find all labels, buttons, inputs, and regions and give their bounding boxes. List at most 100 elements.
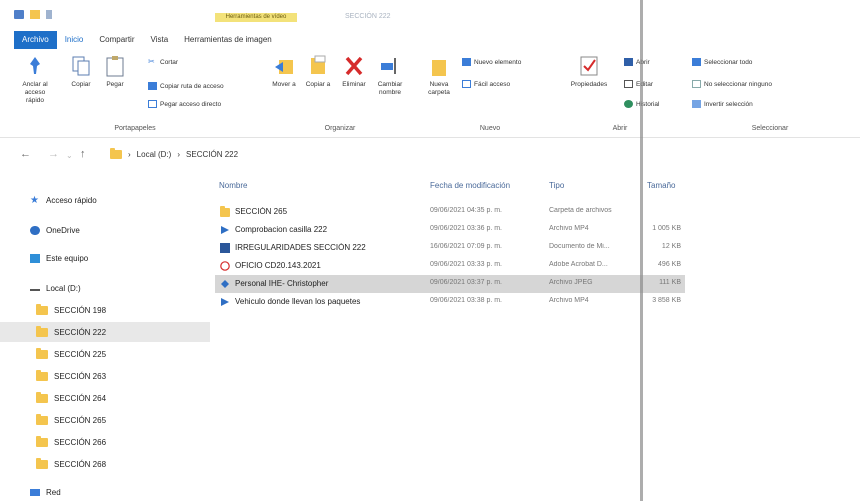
column-header-size[interactable]: Tamaño	[647, 181, 675, 190]
nav-item-folder[interactable]: SECCIÓN 263	[0, 366, 210, 386]
file-row[interactable]: Vehiculo donde llevan los paquetes 09/06…	[215, 293, 685, 311]
invert-selection-button[interactable]: Invertir selección	[692, 100, 753, 108]
file-date: 09/06/2021 03:38 p. m.	[430, 297, 502, 304]
delete-button[interactable]: Eliminar	[337, 54, 371, 89]
copy-icon	[70, 54, 92, 78]
open-button[interactable]: Abrir	[624, 58, 650, 66]
nav-item-local-drive[interactable]: Local (D:)	[0, 278, 210, 298]
cut-label: Cortar	[160, 58, 179, 66]
scissors-icon: ✂	[148, 57, 155, 66]
file-type: Adobe Acrobat D...	[549, 261, 608, 268]
nav-item-network[interactable]: Red	[0, 482, 210, 501]
select-all-button[interactable]: Seleccionar todo	[692, 58, 752, 66]
nav-item-folder[interactable]: SECCIÓN 222	[0, 322, 210, 342]
new-folder-label: Nueva carpeta	[428, 81, 450, 96]
file-row[interactable]: Comprobacion casilla 222 09/06/2021 03:3…	[215, 221, 685, 239]
paste-icon	[104, 54, 126, 78]
column-header-date[interactable]: Fecha de modificación	[430, 181, 510, 190]
file-date: 09/06/2021 03:37 p. m.	[430, 279, 502, 286]
copy-to-label: Copiar a	[305, 81, 331, 88]
breadcrumb-folder[interactable]: SECCIÓN 222	[186, 150, 238, 159]
nav-item-folder[interactable]: SECCIÓN 268	[0, 454, 210, 474]
forward-arrow-icon[interactable]: →	[48, 148, 59, 160]
up-arrow-icon[interactable]: ↑	[80, 148, 86, 160]
file-row[interactable]: OFICIO CD20.143.2021 09/06/2021 03:33 p.…	[215, 257, 685, 275]
pin-icon[interactable]	[46, 10, 52, 19]
tab-inicio[interactable]: Inicio	[57, 31, 92, 49]
column-header-name[interactable]: Nombre	[219, 181, 247, 190]
video-file-icon	[220, 225, 230, 235]
nav-item-quick-access[interactable]: ★ Acceso rápido	[0, 190, 210, 210]
folder-icon	[36, 435, 48, 447]
folder-icon	[36, 325, 48, 337]
copy-path-label: Copiar ruta de acceso	[160, 82, 224, 90]
tab-compartir[interactable]: Compartir	[91, 31, 142, 49]
copy-path-button[interactable]: Copiar ruta de acceso	[148, 82, 224, 90]
select-none-button[interactable]: No seleccionar ninguno	[692, 80, 772, 88]
title-bar: Herramientas de vídeo SECCIÓN 222	[0, 0, 860, 28]
nav-item-this-pc[interactable]: Este equipo	[0, 248, 210, 268]
file-type: Archivo MP4	[549, 297, 589, 304]
folder-icon[interactable]	[30, 10, 40, 19]
breadcrumb-drive[interactable]: Local (D:)	[137, 150, 172, 159]
copy-to-button[interactable]: Copiar a	[301, 54, 335, 89]
properties-button[interactable]: Propiedades	[564, 54, 614, 89]
easy-access-label: Fácil acceso	[474, 80, 511, 88]
computer-icon	[30, 253, 40, 263]
move-to-button[interactable]: Mover a	[267, 54, 301, 89]
folder-icon	[36, 369, 48, 381]
history-icon	[624, 100, 633, 108]
file-name: Vehiculo donde llevan los paquetes	[235, 297, 361, 306]
tab-vista[interactable]: Vista	[143, 31, 177, 49]
pin-label: Anclar al acceso rápido	[22, 81, 48, 104]
folder-icon	[36, 303, 48, 315]
file-date: 16/06/2021 07:09 p. m.	[430, 243, 502, 250]
nav-item-folder[interactable]: SECCIÓN 264	[0, 388, 210, 408]
tab-archivo[interactable]: Archivo	[14, 31, 57, 49]
file-name: IRREGULARIDADES SECCIÓN 222	[235, 243, 366, 252]
nav-label: SECCIÓN 198	[54, 305, 107, 315]
pin-icon	[24, 54, 46, 78]
paste-shortcut-button[interactable]: Pegar acceso directo	[148, 100, 221, 108]
save-icon[interactable]	[14, 10, 24, 19]
cut-button[interactable]: ✂ Cortar	[148, 58, 178, 66]
invert-selection-label: Invertir selección	[704, 100, 753, 108]
cloud-icon	[30, 225, 40, 235]
copy-to-icon	[307, 54, 329, 78]
nav-item-onedrive[interactable]: OneDrive	[0, 220, 210, 240]
file-type: Documento de Mi...	[549, 243, 610, 250]
nav-item-folder[interactable]: SECCIÓN 266	[0, 432, 210, 452]
shortcut-icon	[148, 100, 157, 108]
folder-icon	[36, 391, 48, 403]
tab-herramientas[interactable]: Herramientas de imagen	[176, 31, 280, 49]
file-row[interactable]: SECCIÓN 265 09/06/2021 04:35 p. m. Carpe…	[215, 203, 685, 221]
nav-item-folder[interactable]: SECCIÓN 225	[0, 344, 210, 364]
file-date: 09/06/2021 04:35 p. m.	[430, 207, 502, 214]
chevron-down-icon[interactable]: ⌄	[66, 151, 73, 160]
delete-icon	[343, 54, 365, 78]
nav-label: SECCIÓN 225	[54, 349, 107, 359]
file-row[interactable]: Personal IHE- Christopher 09/06/2021 03:…	[215, 275, 685, 293]
folder-icon	[36, 347, 48, 359]
pin-quick-access-button[interactable]: Anclar al acceso rápido	[18, 54, 52, 105]
file-row[interactable]: IRREGULARIDADES SECCIÓN 222 16/06/2021 0…	[215, 239, 685, 257]
edit-button[interactable]: Editar	[624, 80, 653, 88]
select-all-label: Seleccionar todo	[704, 58, 753, 66]
new-item-button[interactable]: Nuevo elemento	[462, 58, 521, 66]
nav-label: SECCIÓN 222	[54, 327, 107, 337]
nav-item-folder[interactable]: SECCIÓN 265	[0, 410, 210, 430]
breadcrumb[interactable]: › Local (D:) › SECCIÓN 222	[110, 148, 238, 159]
rename-button[interactable]: Cambiar nombre	[373, 54, 407, 97]
copy-button[interactable]: Copiar	[64, 54, 98, 89]
back-arrow-icon[interactable]: ←	[20, 148, 31, 160]
file-date: 09/06/2021 03:36 p. m.	[430, 225, 502, 232]
new-folder-button[interactable]: Nueva carpeta	[422, 54, 456, 97]
group-portapapeles: Anclar al acceso rápido Copiar Pegar ✂ C…	[10, 52, 260, 138]
paste-button[interactable]: Pegar	[98, 54, 132, 89]
video-file-icon	[220, 297, 230, 307]
breadcrumb-separator: ›	[128, 150, 131, 159]
move-label: Mover a	[272, 81, 296, 88]
nav-item-folder[interactable]: SECCIÓN 198	[0, 300, 210, 320]
easy-access-button[interactable]: Fácil acceso	[462, 80, 510, 88]
column-header-type[interactable]: Tipo	[549, 181, 564, 190]
